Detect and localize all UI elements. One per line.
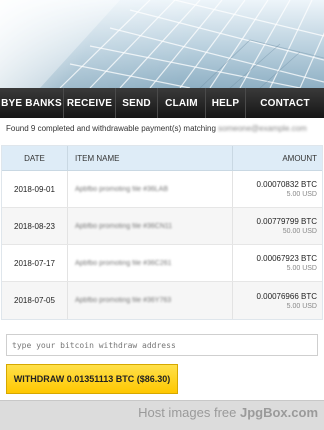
column-header-amount: AMOUNT xyxy=(282,153,317,163)
table-row: 2018-08-23 Apbfbo promoting file #36CN11… xyxy=(2,208,322,245)
row-amount: 0.00779799 BTC 50.00 USD xyxy=(233,208,322,244)
hero-banner-image xyxy=(0,0,324,88)
table-header: DATE ITEM NAME AMOUNT xyxy=(2,145,322,171)
bitcoin-address-input[interactable] xyxy=(6,334,318,356)
row-btc-amount: 0.00067923 BTC xyxy=(256,254,318,263)
row-usd-amount: 5.00 USD xyxy=(286,265,317,272)
table-row: 2018-07-05 Apbfbo promoting file #36Y763… xyxy=(2,282,322,319)
watermark: Host images free JpgBox.com xyxy=(138,405,318,420)
row-item-text: Apbfbo promoting file #36C261 xyxy=(75,259,172,267)
nav-help[interactable]: HELP xyxy=(206,88,246,118)
row-date: 2018-09-01 xyxy=(2,171,68,207)
row-item-name: Apbfbo promoting file #36LAB xyxy=(68,171,233,207)
nav-send[interactable]: SEND xyxy=(116,88,158,118)
row-item-name: Apbfbo promoting file #36CN11 xyxy=(68,208,233,244)
main-nav: BYE BANKS RECEIVE SEND CLAIM HELP CONTAC… xyxy=(0,88,324,118)
row-amount: 0.00070832 BTC 5.00 USD xyxy=(233,171,322,207)
row-item-text: Apbfbo promoting file #36Y763 xyxy=(75,297,172,304)
table-row: 2018-07-17 Apbfbo promoting file #36C261… xyxy=(2,245,322,282)
summary-email-redacted: someone@example.com xyxy=(218,124,307,133)
glass-building-graphic xyxy=(0,0,324,88)
row-date: 2018-07-17 xyxy=(2,245,68,281)
row-item-name: Apbfbo promoting file #36C261 xyxy=(68,245,233,281)
payments-table: DATE ITEM NAME AMOUNT 2018-09-01 Apbfbo … xyxy=(1,145,323,320)
nav-contact[interactable]: CONTACT xyxy=(246,88,324,118)
payments-summary: Found 9 completed and withdrawable payme… xyxy=(6,124,318,133)
row-btc-amount: 0.00779799 BTC xyxy=(256,217,318,226)
row-item-text: Apbfbo promoting file #36LAB xyxy=(75,185,169,193)
row-amount: 0.00076966 BTC 5.00 USD xyxy=(233,282,322,319)
row-item-name: Apbfbo promoting file #36Y763 xyxy=(68,282,233,319)
summary-text: Found 9 completed and withdrawable payme… xyxy=(6,124,216,133)
column-header-date: DATE xyxy=(2,145,68,171)
row-date: 2018-08-23 xyxy=(2,208,68,244)
row-btc-amount: 0.00070832 BTC xyxy=(256,180,318,189)
nav-bye-banks[interactable]: BYE BANKS xyxy=(0,88,64,118)
row-date: 2018-07-05 xyxy=(2,282,68,319)
row-usd-amount: 5.00 USD xyxy=(286,191,317,198)
watermark-brand: JpgBox.com xyxy=(239,405,318,420)
nav-claim[interactable]: CLAIM xyxy=(158,88,206,118)
row-btc-amount: 0.00076966 BTC xyxy=(256,291,318,301)
row-amount: 0.00067923 BTC 5.00 USD xyxy=(233,245,322,281)
row-usd-amount: 50.00 USD xyxy=(282,228,317,235)
watermark-prefix: Host images free xyxy=(138,405,237,420)
nav-receive[interactable]: RECEIVE xyxy=(64,88,116,118)
column-header-item: ITEM NAME xyxy=(68,145,233,171)
row-usd-amount: 5.00 USD xyxy=(286,302,317,310)
withdraw-button[interactable]: WITHDRAW 0.01351113 BTC ($86.30) xyxy=(6,364,178,394)
row-item-text: Apbfbo promoting file #36CN11 xyxy=(75,222,173,230)
page: BYE BANKS RECEIVE SEND CLAIM HELP CONTAC… xyxy=(0,0,324,430)
table-row: 2018-09-01 Apbfbo promoting file #36LAB … xyxy=(2,171,322,208)
